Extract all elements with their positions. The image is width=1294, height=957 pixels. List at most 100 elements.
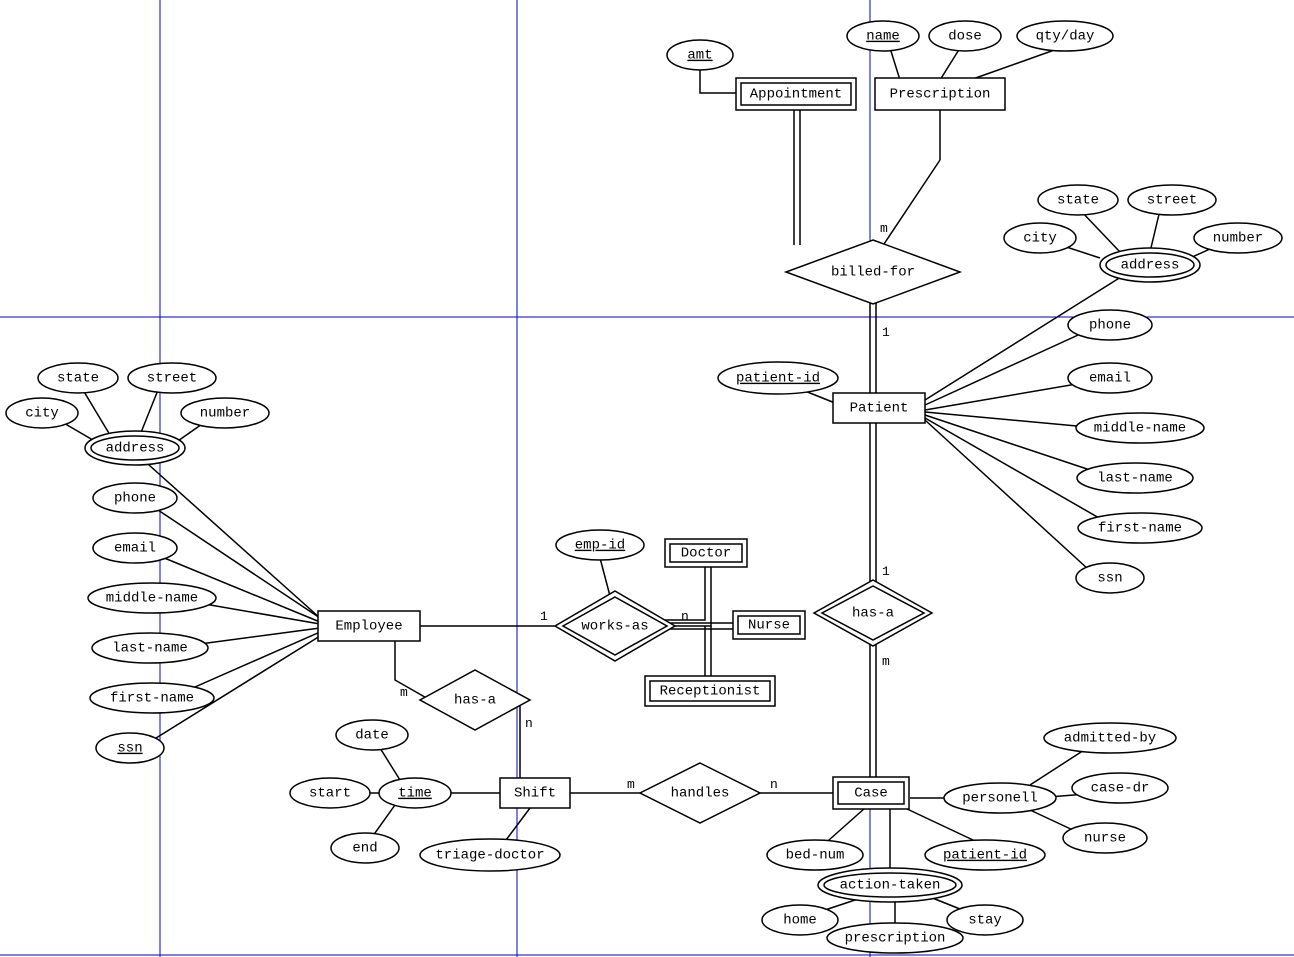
attr-case-prescription: prescription: [827, 923, 963, 953]
card-has-a-pc-m: m: [882, 654, 890, 669]
svg-text:address: address: [1121, 258, 1180, 274]
attr-employee-middle-name: middle-name: [88, 583, 216, 613]
attr-prescription-qty-day: qty/day: [1017, 21, 1113, 51]
svg-text:Patient: Patient: [850, 401, 909, 417]
svg-text:Case: Case: [854, 786, 888, 802]
attr-employee-city: city: [6, 398, 78, 428]
attr-patient-last-name: last-name: [1077, 463, 1193, 493]
svg-text:Doctor: Doctor: [681, 546, 731, 562]
attr-case-patient-id: patient-id: [925, 840, 1045, 870]
attr-employee-phone: phone: [93, 483, 177, 513]
attr-works-as-emp-id: emp-id: [556, 530, 644, 560]
attr-shift-time: time: [379, 778, 451, 808]
attr-employee-address: address: [85, 431, 185, 465]
attr-patient-middle-name: middle-name: [1076, 413, 1204, 443]
card-handles-n: n: [770, 777, 778, 792]
svg-text:action-taken: action-taken: [840, 878, 941, 894]
svg-text:case-dr: case-dr: [1091, 781, 1150, 797]
attr-patient-first-name: first-name: [1078, 513, 1202, 543]
attr-appointment-amt: amt: [667, 40, 733, 70]
svg-text:prescription: prescription: [845, 931, 946, 947]
relationship-handles: handles: [640, 763, 760, 823]
svg-text:qty/day: qty/day: [1036, 29, 1095, 45]
entity-nurse: Nurse: [733, 611, 805, 639]
svg-text:phone: phone: [1089, 318, 1131, 334]
card-has-a-shift-m: m: [400, 685, 408, 700]
attr-case-home: home: [762, 905, 838, 935]
svg-text:middle-name: middle-name: [1094, 421, 1186, 437]
svg-text:personell: personell: [962, 791, 1038, 807]
svg-text:admitted-by: admitted-by: [1064, 731, 1156, 747]
svg-text:state: state: [1057, 193, 1099, 209]
svg-text:number: number: [200, 406, 250, 422]
attr-employee-last-name: last-name: [92, 633, 208, 663]
svg-text:number: number: [1213, 231, 1263, 247]
svg-text:street: street: [1147, 193, 1197, 209]
svg-text:emp-id: emp-id: [575, 538, 625, 554]
svg-text:Receptionist: Receptionist: [660, 684, 761, 700]
attr-case-personell: personell: [944, 783, 1056, 813]
entity-doctor: Doctor: [665, 539, 747, 567]
entity-receptionist: Receptionist: [645, 676, 775, 706]
attr-patient-email: email: [1068, 363, 1152, 393]
attr-employee-ssn: ssn: [96, 733, 164, 763]
relationship-billed-for: billed-for: [786, 240, 960, 304]
svg-text:triage-doctor: triage-doctor: [435, 848, 544, 864]
attr-patient-address: address: [1100, 248, 1200, 282]
svg-text:email: email: [1089, 371, 1131, 387]
svg-text:patient-id: patient-id: [943, 848, 1027, 864]
svg-text:last-name: last-name: [1097, 471, 1173, 487]
entity-prescription: Prescription: [875, 78, 1005, 110]
svg-text:ssn: ssn: [117, 741, 142, 757]
attr-patient-state: state: [1038, 185, 1118, 215]
svg-text:address: address: [106, 441, 165, 457]
attr-patient-city: city: [1004, 223, 1076, 253]
card-has-a-shift-n: n: [525, 716, 533, 731]
card-works-as-1: 1: [540, 609, 548, 624]
attr-patient-ssn: ssn: [1076, 563, 1144, 593]
attr-employee-number: number: [181, 398, 269, 428]
entity-patient: Patient: [833, 393, 925, 423]
relationship-has-a-shift: has-a: [420, 670, 530, 730]
er-diagram: Appointment Prescription Patient Employe…: [0, 0, 1294, 957]
svg-text:middle-name: middle-name: [106, 591, 198, 607]
svg-text:Nurse: Nurse: [748, 618, 790, 634]
card-works-as-n: n: [681, 609, 689, 624]
card-billed-for-1: 1: [882, 325, 890, 340]
svg-text:Appointment: Appointment: [750, 87, 842, 103]
svg-text:has-a: has-a: [852, 606, 894, 622]
svg-text:end: end: [352, 841, 377, 857]
svg-text:Shift: Shift: [514, 786, 556, 802]
svg-text:billed-for: billed-for: [831, 265, 915, 281]
svg-text:dose: dose: [948, 29, 982, 45]
svg-text:date: date: [355, 728, 389, 744]
attr-patient-id: patient-id: [718, 362, 838, 394]
card-has-a-pc-1: 1: [882, 564, 890, 579]
svg-text:start: start: [309, 786, 351, 802]
svg-text:city: city: [25, 406, 59, 422]
entity-employee: Employee: [318, 611, 420, 641]
attr-employee-street: street: [128, 363, 216, 393]
attr-patient-street: street: [1128, 185, 1216, 215]
entity-case: Case: [833, 777, 909, 809]
svg-text:time: time: [398, 786, 432, 802]
svg-text:ssn: ssn: [1097, 571, 1122, 587]
attr-patient-number: number: [1194, 223, 1282, 253]
attr-employee-state: state: [38, 363, 118, 393]
svg-text:home: home: [783, 913, 817, 929]
attr-patient-phone: phone: [1068, 310, 1152, 340]
svg-text:first-name: first-name: [110, 691, 194, 707]
card-handles-m: m: [627, 777, 635, 792]
svg-text:city: city: [1023, 231, 1057, 247]
svg-text:has-a: has-a: [454, 693, 496, 709]
svg-text:Employee: Employee: [335, 619, 402, 635]
svg-text:amt: amt: [687, 48, 712, 64]
attr-employee-email: email: [93, 533, 177, 563]
svg-text:works-as: works-as: [581, 619, 648, 635]
svg-text:Prescription: Prescription: [890, 87, 991, 103]
attr-case-action-taken: action-taken: [818, 868, 962, 902]
attr-prescription-name: name: [847, 21, 919, 51]
svg-text:first-name: first-name: [1098, 521, 1182, 537]
card-billed-for-m: m: [880, 221, 888, 236]
relationship-has-a-patient-case: has-a: [814, 580, 932, 646]
